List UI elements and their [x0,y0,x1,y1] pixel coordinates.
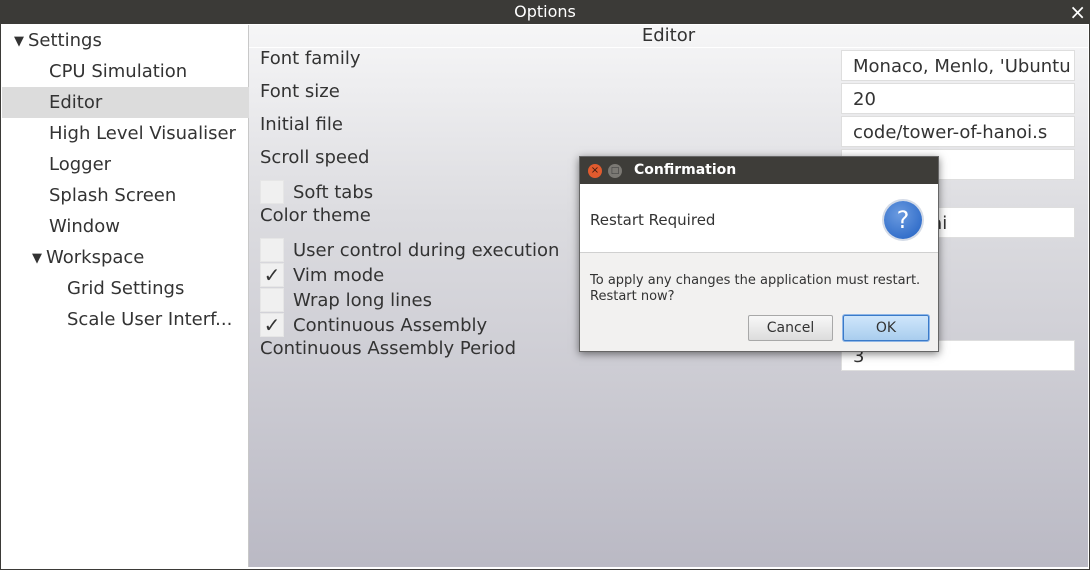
continuous-assembly-checkbox[interactable]: ✓ [260,313,284,337]
font-family-field[interactable]: Monaco, Menlo, 'Ubuntu [841,50,1075,81]
panel-title: Editor [249,25,1088,48]
dialog-message-line: To apply any changes the application mus… [590,273,921,288]
window-title: Options [514,2,576,21]
tree-item-label: High Level Visualiser [49,123,236,144]
tree-item-label: Window [49,216,120,237]
scroll-speed-label: Scroll speed [260,147,370,168]
vim-mode-checkbox[interactable]: ✓ [260,263,284,287]
dialog-titlebar: × □ Confirmation [580,157,938,184]
initial-file-label: Initial file [260,114,343,135]
soft-tabs-checkbox[interactable] [260,180,284,204]
user-control-row[interactable]: User control during execution [260,238,560,263]
tree-item-label: Scale User Interf... [67,309,233,330]
settings-tree[interactable]: ▼ Settings CPU Simulation Editor High Lev… [2,25,295,567]
tree-item-label: CPU Simulation [49,61,188,82]
continuous-assembly-label: Continuous Assembly [293,315,488,336]
continuous-assembly-row[interactable]: ✓ Continuous Assembly [260,313,488,338]
tree-item-label: Workspace [46,247,145,268]
dialog-message: To apply any changes the application mus… [590,273,920,305]
vim-mode-label: Vim mode [293,265,385,286]
question-icon: ? [884,201,922,239]
close-icon[interactable]: × [1069,1,1086,23]
check-icon: ✓ [263,313,281,337]
cancel-button[interactable]: Cancel [748,315,833,341]
confirmation-dialog: × □ Confirmation Restart Required ? To a… [579,156,939,352]
soft-tabs-row[interactable]: Soft tabs [260,180,374,205]
tree-item-workspace[interactable]: ▼ Workspace [2,242,278,273]
tree-item-label: Grid Settings [67,278,185,299]
dialog-message-line: Restart now? [590,289,675,304]
user-control-checkbox[interactable] [260,238,284,262]
font-size-field[interactable]: 20 [841,83,1075,114]
color-theme-label: Color theme [260,205,371,226]
font-family-label: Font family [260,48,361,69]
tree-item-label: Logger [49,154,112,175]
user-control-label: User control during execution [293,240,560,261]
tree-item-label: Editor [49,92,103,113]
dialog-close-icon[interactable]: × [588,164,602,178]
font-size-label: Font size [260,81,340,102]
tree-item-settings[interactable]: ▼ Settings [2,25,260,56]
ok-button[interactable]: OK [843,315,929,341]
wrap-lines-checkbox[interactable] [260,288,284,312]
dialog-heading: Restart Required [590,211,716,229]
expand-arrow-icon[interactable]: ▼ [14,26,28,56]
window-titlebar: Options × [0,0,1090,24]
tree-item-label: Splash Screen [49,185,177,206]
dialog-header: Restart Required ? [580,184,938,253]
initial-file-field[interactable]: code/tower-of-hanoi.s [841,116,1075,147]
soft-tabs-label: Soft tabs [293,182,374,203]
vim-mode-row[interactable]: ✓ Vim mode [260,263,385,288]
dialog-title: Confirmation [634,162,737,178]
expand-arrow-icon[interactable]: ▼ [32,243,46,273]
wrap-lines-row[interactable]: Wrap long lines [260,288,432,313]
continuous-period-label: Continuous Assembly Period [260,338,516,359]
tree-item-label: Settings [28,30,102,51]
wrap-lines-label: Wrap long lines [293,290,432,311]
dialog-minimize-icon[interactable]: □ [608,164,622,178]
check-icon: ✓ [263,263,281,287]
